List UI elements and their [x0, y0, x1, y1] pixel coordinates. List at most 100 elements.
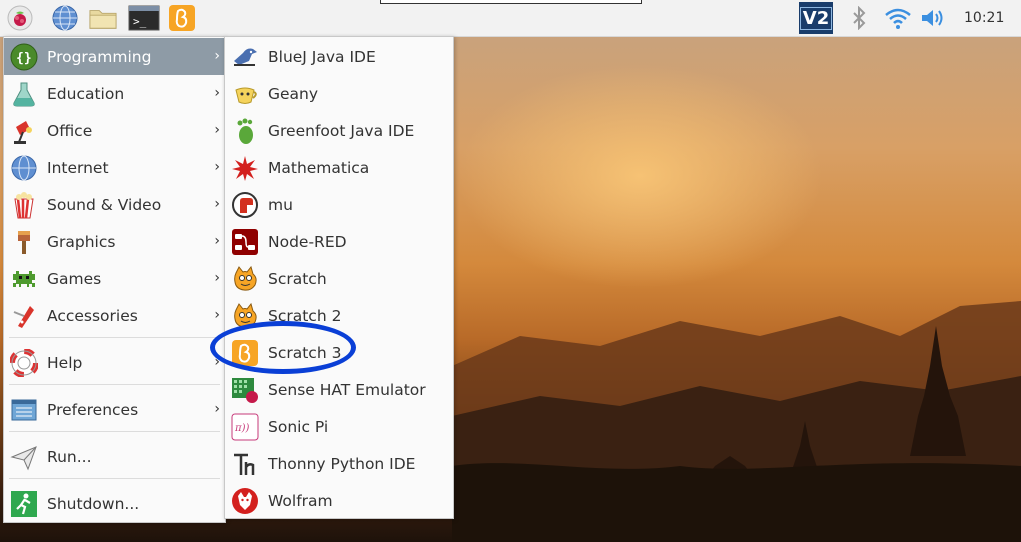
- menu-item-label: Office: [47, 121, 93, 140]
- main-menu: {} Programming › Education › Office › In…: [3, 36, 226, 523]
- internet-icon: [8, 152, 40, 184]
- menu-item-label: Education: [47, 84, 125, 103]
- wifi-icon[interactable]: [884, 4, 912, 32]
- submenu-item-thonny[interactable]: Thonny Python IDE: [225, 445, 453, 482]
- window-edge: [380, 0, 642, 4]
- menu-item-label: Games: [47, 269, 102, 288]
- submenu-item-label: Mathematica: [268, 158, 370, 177]
- programming-submenu: BlueJ Java IDE Geany Greenfoot Java IDE …: [224, 36, 454, 519]
- svg-text:π)): π)): [234, 423, 249, 434]
- scratch-3-launcher-icon[interactable]: [168, 4, 196, 32]
- menu-item-label: Internet: [47, 158, 109, 177]
- submenu-item-label: mu: [268, 195, 293, 214]
- submenu-item-scratch[interactable]: Scratch: [225, 260, 453, 297]
- raspberry-menu-icon[interactable]: [6, 4, 34, 32]
- menu-item-label: Programming: [47, 47, 152, 66]
- office-icon: [8, 115, 40, 147]
- submenu-item-label: Thonny Python IDE: [268, 454, 416, 473]
- menu-item-label: Graphics: [47, 232, 116, 251]
- menu-item-help[interactable]: Help ›: [4, 344, 225, 381]
- submenu-item-greenfoot[interactable]: Greenfoot Java IDE: [225, 112, 453, 149]
- shutdown-icon: [8, 488, 40, 520]
- taskbar: >_ V2 10:21: [0, 0, 1021, 37]
- scratch-3-highlight-circle: [210, 321, 356, 374]
- submenu-item-mu[interactable]: mu: [225, 186, 453, 223]
- svg-text:{}: {}: [16, 51, 32, 66]
- sonic-pi-icon: π)): [229, 411, 261, 443]
- menu-item-label: Shutdown...: [47, 494, 140, 513]
- menu-item-accessories[interactable]: Accessories ›: [4, 297, 225, 334]
- submenu-arrow-icon: ›: [214, 196, 220, 212]
- submenu-arrow-icon: ›: [214, 270, 220, 286]
- submenu-arrow-icon: ›: [214, 233, 220, 249]
- bluetooth-icon[interactable]: [845, 4, 873, 32]
- menu-item-internet[interactable]: Internet ›: [4, 149, 225, 186]
- clock[interactable]: 10:21: [964, 10, 1004, 26]
- web-browser-icon[interactable]: [51, 4, 79, 32]
- graphics-icon: [8, 226, 40, 258]
- submenu-item-label: Wolfram: [268, 491, 333, 510]
- menu-item-run[interactable]: Run...: [4, 438, 225, 475]
- programming-icon: {}: [8, 41, 40, 73]
- menu-separator: [9, 337, 220, 338]
- submenu-item-label: Scratch: [268, 269, 327, 288]
- node-red-icon: [229, 226, 261, 258]
- menu-item-games[interactable]: Games ›: [4, 260, 225, 297]
- menu-item-label: Help: [47, 353, 83, 372]
- submenu-item-mathematica[interactable]: Mathematica: [225, 149, 453, 186]
- menu-item-graphics[interactable]: Graphics ›: [4, 223, 225, 260]
- menu-separator: [9, 384, 220, 385]
- education-icon: [8, 78, 40, 110]
- help-icon: [8, 347, 40, 379]
- greenfoot-icon: [229, 115, 261, 147]
- submenu-item-node-red[interactable]: Node-RED: [225, 223, 453, 260]
- menu-item-label: Preferences: [47, 400, 139, 419]
- submenu-arrow-icon: ›: [214, 159, 220, 175]
- svg-text:>_: >_: [133, 15, 147, 28]
- file-manager-icon[interactable]: [89, 4, 117, 32]
- menu-separator: [9, 478, 220, 479]
- submenu-arrow-icon: ›: [214, 48, 220, 64]
- submenu-arrow-icon: ›: [214, 122, 220, 138]
- sound-video-icon: [8, 189, 40, 221]
- terminal-icon[interactable]: >_: [128, 4, 160, 32]
- geany-icon: [229, 78, 261, 110]
- vnc-icon[interactable]: V2: [799, 2, 833, 34]
- menu-separator: [9, 431, 220, 432]
- submenu-item-wolfram[interactable]: Wolfram: [225, 482, 453, 519]
- thonny-icon: [229, 448, 261, 480]
- vnc-label: V2: [799, 6, 833, 30]
- mathematica-icon: [229, 152, 261, 184]
- submenu-item-sonic-pi[interactable]: π)) Sonic Pi: [225, 408, 453, 445]
- menu-item-programming[interactable]: {} Programming ›: [4, 38, 225, 75]
- submenu-arrow-icon: ›: [214, 307, 220, 323]
- menu-item-label: Accessories: [47, 306, 138, 325]
- menu-item-education[interactable]: Education ›: [4, 75, 225, 112]
- submenu-item-label: Geany: [268, 84, 319, 103]
- accessories-icon: [8, 300, 40, 332]
- wolfram-icon: [229, 485, 261, 517]
- submenu-item-sense-hat[interactable]: Sense HAT Emulator: [225, 371, 453, 408]
- volume-icon[interactable]: [919, 4, 947, 32]
- menu-item-label: Run...: [47, 447, 92, 466]
- submenu-item-label: Sense HAT Emulator: [268, 380, 426, 399]
- submenu-item-label: BlueJ Java IDE: [268, 47, 376, 66]
- submenu-arrow-icon: ›: [214, 85, 220, 101]
- preferences-icon: [8, 394, 40, 426]
- scratch-icon: [229, 263, 261, 295]
- menu-item-preferences[interactable]: Preferences ›: [4, 391, 225, 428]
- menu-item-sound-video[interactable]: Sound & Video ›: [4, 186, 225, 223]
- run-icon: [8, 441, 40, 473]
- submenu-arrow-icon: ›: [214, 401, 220, 417]
- menu-item-office[interactable]: Office ›: [4, 112, 225, 149]
- games-icon: [8, 263, 40, 295]
- mu-icon: [229, 189, 261, 221]
- submenu-item-label: Node-RED: [268, 232, 347, 251]
- submenu-item-bluej[interactable]: BlueJ Java IDE: [225, 38, 453, 75]
- menu-item-label: Sound & Video: [47, 195, 162, 214]
- submenu-item-label: Greenfoot Java IDE: [268, 121, 415, 140]
- submenu-item-geany[interactable]: Geany: [225, 75, 453, 112]
- bluej-icon: [229, 41, 261, 73]
- submenu-item-label: Sonic Pi: [268, 417, 329, 436]
- menu-item-shutdown[interactable]: Shutdown...: [4, 485, 225, 522]
